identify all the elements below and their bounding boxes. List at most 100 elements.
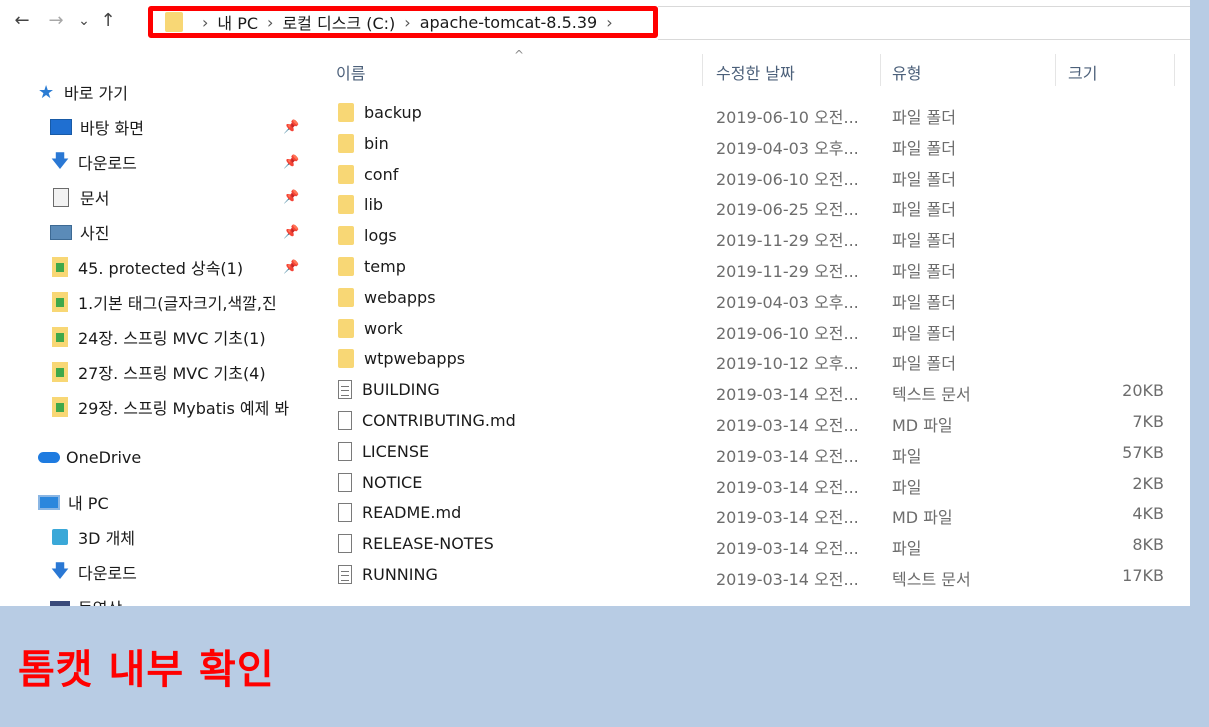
file-name: RUNNING: [362, 565, 438, 584]
file-type: 파일 폴더: [892, 108, 956, 127]
chevron-right-icon[interactable]: ›: [606, 13, 612, 32]
pin-icon[interactable]: 📌: [283, 120, 299, 135]
table-row[interactable]: RELEASE-NOTES 2019-03-14 오전... 파일 8KB: [310, 529, 1190, 560]
breadcrumb-this-pc[interactable]: 내 PC: [217, 10, 258, 34]
table-row[interactable]: bin 2019-04-03 오후... 파일 폴더: [310, 129, 1190, 160]
sidebar-item-label: 바로 가기: [64, 84, 128, 103]
file-size: 8KB: [1132, 535, 1164, 555]
file-size: 4KB: [1132, 504, 1164, 524]
column-header-name[interactable]: 이름: [336, 60, 365, 84]
file-name-cell[interactable]: conf: [338, 164, 398, 184]
file-name-cell[interactable]: temp: [338, 257, 406, 276]
file-explorer-window: ← → ⌄ ↑ › 내 PC › 로컬 디스크 (C:) › apache-to…: [0, 0, 1190, 606]
address-bar-empty-area[interactable]: [658, 6, 1190, 40]
breadcrumb-local-disk[interactable]: 로컬 디스크 (C:): [282, 10, 395, 34]
folder-icon: [338, 287, 354, 307]
table-row[interactable]: work 2019-06-10 오전... 파일 폴더: [310, 314, 1190, 345]
sidebar-item-this-pc[interactable]: 내 PC: [38, 488, 348, 516]
file-name-cell[interactable]: RELEASE-NOTES: [338, 534, 494, 554]
modified-date: 2019-04-03 오후...: [716, 138, 859, 158]
pin-icon[interactable]: 📌: [283, 260, 299, 275]
pin-icon[interactable]: 📌: [283, 190, 299, 205]
file-icon: [338, 503, 352, 523]
table-row[interactable]: RUNNING 2019-03-14 오전... 텍스트 문서 17KB: [310, 560, 1190, 591]
file-name-cell[interactable]: README.md: [338, 503, 461, 523]
file-size: 7KB: [1132, 412, 1164, 431]
computer-icon: [38, 494, 60, 510]
column-header-type[interactable]: 유형: [892, 60, 921, 84]
file-name-cell[interactable]: backup: [338, 103, 422, 122]
file-type: 파일 폴더: [892, 292, 956, 312]
pin-icon[interactable]: 📌: [283, 155, 299, 170]
sidebar-item-label: 29장. 스프링 Mybatis 예제 봐: [78, 399, 290, 418]
recent-locations-chevron-icon[interactable]: ⌄: [72, 8, 96, 34]
column-header-size[interactable]: 크기: [1068, 60, 1097, 84]
table-row[interactable]: logs 2019-11-29 오전... 파일 폴더: [310, 221, 1190, 252]
file-name-cell[interactable]: CONTRIBUTING.md: [338, 411, 516, 430]
download-icon: 🡇: [50, 151, 70, 172]
sidebar-item-label: 내 PC: [68, 494, 109, 513]
table-row[interactable]: webapps 2019-04-03 오후... 파일 폴더: [310, 283, 1190, 314]
column-divider[interactable]: [702, 54, 703, 86]
folder-icon: [52, 292, 68, 312]
address-bar[interactable]: › 내 PC › 로컬 디스크 (C:) › apache-tomcat-8.5…: [148, 6, 658, 38]
chevron-right-icon[interactable]: ›: [404, 13, 410, 32]
table-row[interactable]: README.md 2019-03-14 오전... MD 파일 4KB: [310, 498, 1190, 529]
column-divider[interactable]: [880, 54, 881, 86]
sidebar-item-quick-access[interactable]: ★ 바로 가기: [38, 78, 348, 106]
table-row[interactable]: NOTICE 2019-03-14 오전... 파일 2KB: [310, 468, 1190, 499]
file-size: 17KB: [1122, 566, 1164, 585]
folder-icon: [338, 226, 354, 246]
table-row[interactable]: wtpwebapps 2019-10-12 오후... 파일 폴더: [310, 344, 1190, 375]
table-row[interactable]: conf 2019-06-10 오전... 파일 폴더: [310, 160, 1190, 191]
modified-date: 2019-03-14 오전...: [716, 570, 859, 589]
file-name-cell[interactable]: lib: [338, 195, 383, 215]
file-name-cell[interactable]: work: [338, 318, 403, 338]
folder-icon: [338, 164, 354, 184]
column-header-date[interactable]: 수정한 날짜: [716, 60, 795, 84]
file-name-cell[interactable]: RUNNING: [338, 565, 438, 584]
table-row[interactable]: lib 2019-06-25 오전... 파일 폴더: [310, 190, 1190, 221]
file-name: logs: [364, 226, 397, 246]
file-name-cell[interactable]: BUILDING: [338, 380, 440, 400]
chevron-right-icon[interactable]: ›: [267, 13, 273, 32]
file-name-cell[interactable]: webapps: [338, 287, 436, 307]
modified-date: 2019-03-14 오전...: [716, 416, 859, 435]
up-arrow-icon[interactable]: ↑: [96, 8, 120, 34]
file-size: 20KB: [1122, 381, 1164, 401]
file-name: wtpwebapps: [364, 349, 466, 369]
file-name: temp: [364, 257, 406, 276]
document-icon: [53, 187, 69, 207]
sidebar-item-label: OneDrive: [66, 447, 142, 467]
file-name-cell[interactable]: logs: [338, 226, 397, 246]
column-divider[interactable]: [1055, 54, 1056, 86]
folder-icon: [165, 12, 183, 32]
table-row[interactable]: CONTRIBUTING.md 2019-03-14 오전... MD 파일 7KB: [310, 406, 1190, 437]
file-size: 57KB: [1122, 442, 1164, 462]
file-type: 파일: [892, 539, 922, 559]
table-row[interactable]: temp 2019-11-29 오전... 파일 폴더: [310, 252, 1190, 283]
forward-arrow-icon[interactable]: →: [44, 8, 68, 34]
column-divider[interactable]: [1174, 54, 1175, 86]
file-name-cell[interactable]: wtpwebapps: [338, 349, 466, 369]
modified-date: 2019-06-10 오전...: [716, 169, 859, 189]
file-name: work: [364, 318, 403, 338]
table-row[interactable]: BUILDING 2019-03-14 오전... 텍스트 문서 20KB: [310, 375, 1190, 406]
table-row[interactable]: LICENSE 2019-03-14 오전... 파일 57KB: [310, 437, 1190, 468]
folder-icon: [338, 257, 354, 276]
file-name: backup: [364, 103, 422, 122]
file-type: 파일 폴더: [892, 169, 956, 189]
file-icon: [338, 534, 352, 554]
file-name: CONTRIBUTING.md: [362, 411, 516, 430]
sidebar-item-onedrive[interactable]: OneDrive: [38, 443, 348, 471]
folder-icon: [338, 318, 354, 338]
file-name-cell[interactable]: NOTICE: [338, 472, 422, 492]
file-name-cell[interactable]: LICENSE: [338, 441, 429, 461]
breadcrumb-tomcat[interactable]: apache-tomcat-8.5.39: [420, 13, 598, 32]
file-name-cell[interactable]: bin: [338, 133, 389, 153]
pin-icon[interactable]: 📌: [283, 225, 299, 240]
table-row[interactable]: backup 2019-06-10 오전... 파일 폴더: [310, 98, 1190, 129]
cloud-icon: [38, 451, 60, 463]
modified-date: 2019-03-14 오전...: [716, 385, 859, 405]
back-arrow-icon[interactable]: ←: [10, 8, 34, 34]
